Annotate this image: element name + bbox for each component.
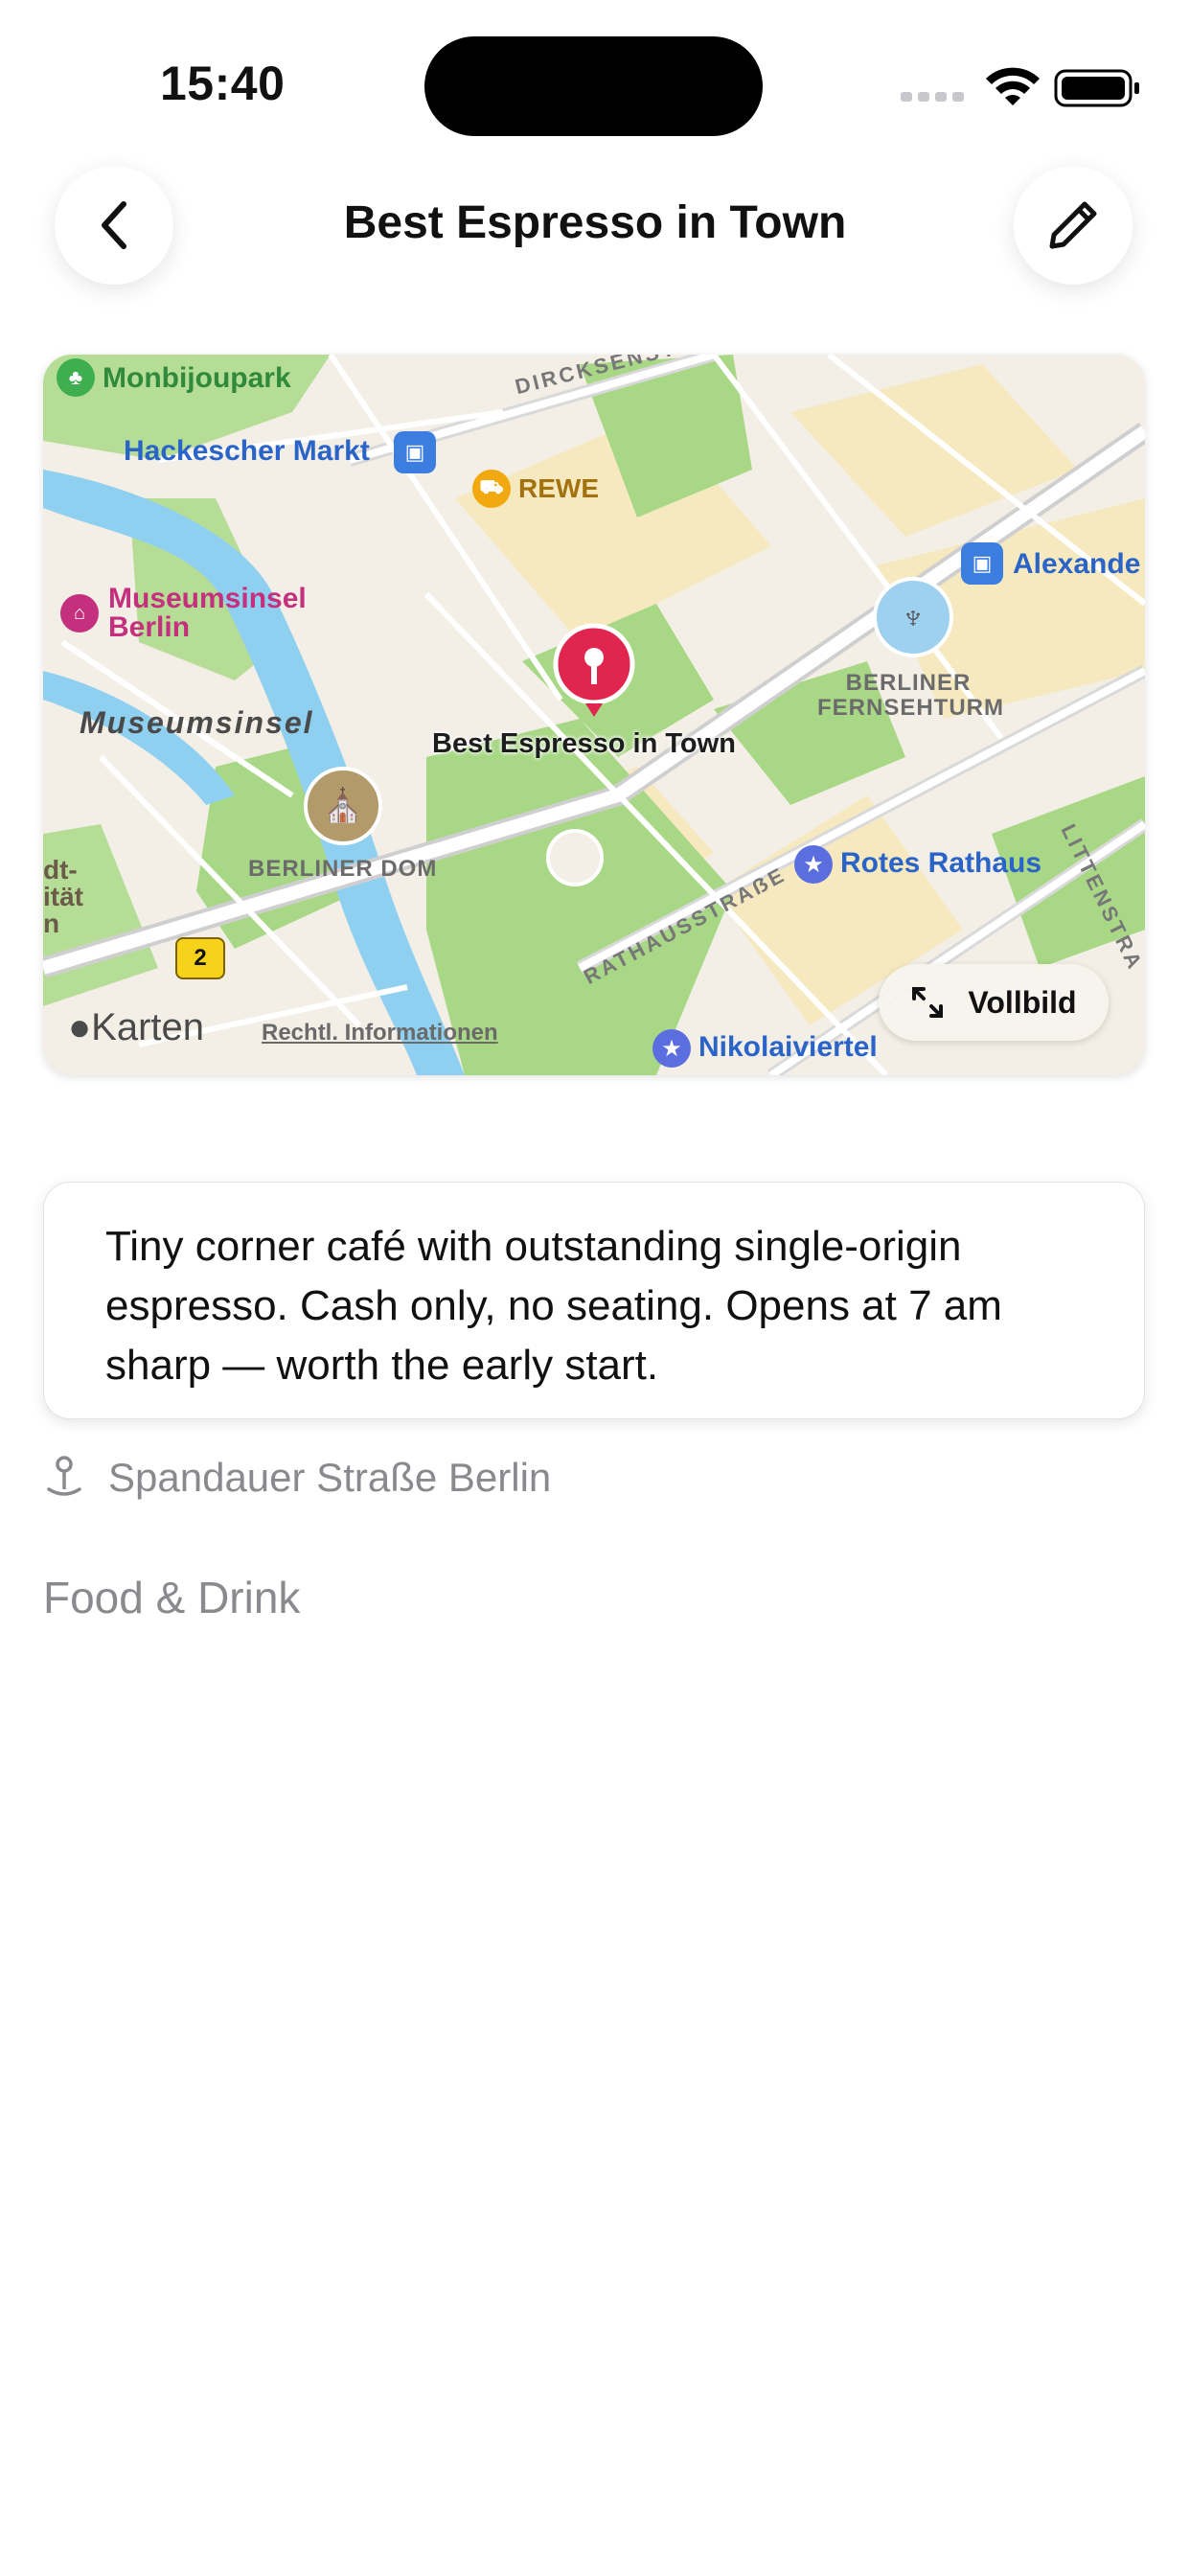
map-pin-icon: [47, 1456, 81, 1496]
map-label-pin[interactable]: Best Espresso in Town: [432, 728, 736, 760]
train-icon: ▣: [961, 542, 1003, 585]
note-card: Tiny corner café with outstanding single…: [43, 1182, 1145, 1419]
address-text: Spandauer Straße Berlin: [108, 1455, 552, 1500]
status-icons: [901, 67, 1139, 107]
pencil-icon: [1049, 201, 1097, 249]
star-icon: ★: [794, 845, 833, 884]
map-label-museumsinsel-poi[interactable]: Museumsinsel Berlin: [108, 585, 307, 642]
star-icon: ★: [652, 1029, 691, 1068]
map-view[interactable]: ♣ Monbijoupark Hackescher Markt ▣ ⛟ REWE…: [43, 355, 1145, 1075]
map-label-nikolaiviertel[interactable]: Nikolaiviertel: [698, 1031, 878, 1064]
page-title: Best Espresso in Town: [343, 197, 847, 248]
map-pin-marker[interactable]: [553, 623, 635, 719]
map-label-berliner-dom[interactable]: BERLINER DOM: [248, 857, 437, 882]
map-label-rotes-rathaus[interactable]: Rotes Rathaus: [840, 847, 1041, 880]
map-label-hackescher-markt[interactable]: Hackescher Markt: [124, 435, 370, 468]
map-label-fernsehturm[interactable]: BERLINER FERNSEHTURM: [817, 671, 1003, 721]
tv-tower-icon: ♆: [873, 577, 953, 657]
park-icon: ♣: [57, 358, 95, 397]
shopping-cart-icon: ⛟: [472, 470, 511, 508]
cathedral-icon: ⛪: [304, 767, 382, 845]
apple-logo-icon: ●: [68, 1006, 92, 1048]
address-row[interactable]: Spandauer Straße Berlin: [43, 1449, 551, 1506]
map-label-rewe[interactable]: REWE: [518, 473, 599, 504]
fullscreen-button[interactable]: Vollbild: [879, 964, 1109, 1041]
map-label-alexanderplatz[interactable]: Alexande: [1013, 548, 1140, 581]
fullscreen-label: Vollbild: [968, 984, 1077, 1020]
battery-icon: [1054, 69, 1139, 107]
map-label-museumsinsel-area: Museumsinsel: [80, 705, 314, 740]
category-label: Food & Drink: [43, 1573, 301, 1622]
route-number-badge: 2: [175, 937, 225, 979]
wifi-icon: [986, 67, 1040, 105]
dynamic-island: [424, 36, 763, 136]
expand-arrows-icon: [912, 987, 944, 1018]
status-time: 15:40: [160, 57, 286, 110]
map-label-monbijoupark[interactable]: Monbijoupark: [103, 362, 291, 395]
train-icon: ▣: [394, 431, 436, 473]
signal-icon: [901, 92, 964, 102]
maps-brand: ●Karten: [68, 1006, 205, 1048]
edit-button[interactable]: [1014, 166, 1133, 285]
legal-link[interactable]: Rechtl. Informationen: [262, 1020, 498, 1046]
map-label-edge: dt- ität n: [43, 855, 83, 938]
museum-icon: ⌂: [60, 594, 99, 632]
